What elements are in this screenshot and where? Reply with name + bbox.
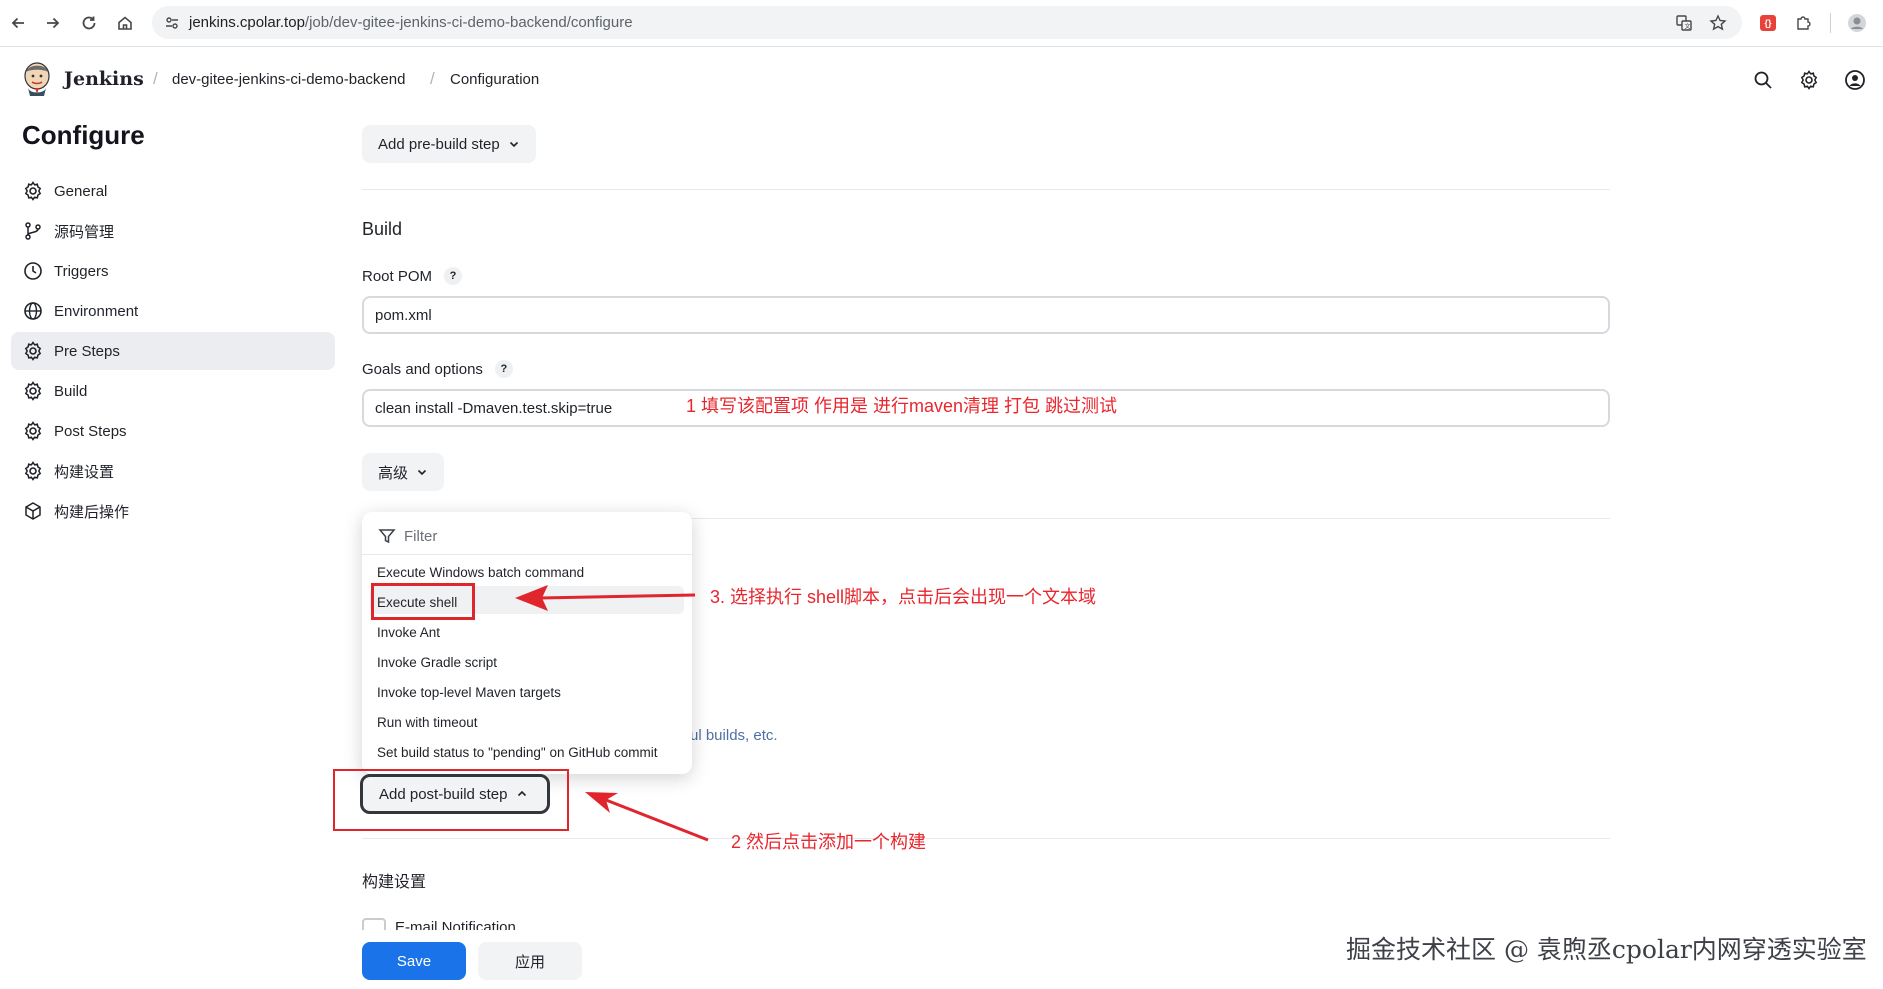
- watermark: 掘金技术社区 @ 袁煦丞cpolar内网穿透实验室: [1346, 935, 1867, 964]
- annotation-note-3: 3. 选择执行 shell脚本，点击后会出现一个文本域: [710, 587, 1097, 607]
- arrow-to-post-build: [605, 798, 709, 842]
- arrow-to-execute-shell: [539, 593, 696, 600]
- annotation-arrows: [515, 585, 709, 842]
- annotation-note-2: 2 然后点击添加一个构建: [731, 832, 927, 852]
- annotation-note-1: 1 填写该配置项 作用是 进行maven清理 打包 跳过测试: [686, 396, 1118, 416]
